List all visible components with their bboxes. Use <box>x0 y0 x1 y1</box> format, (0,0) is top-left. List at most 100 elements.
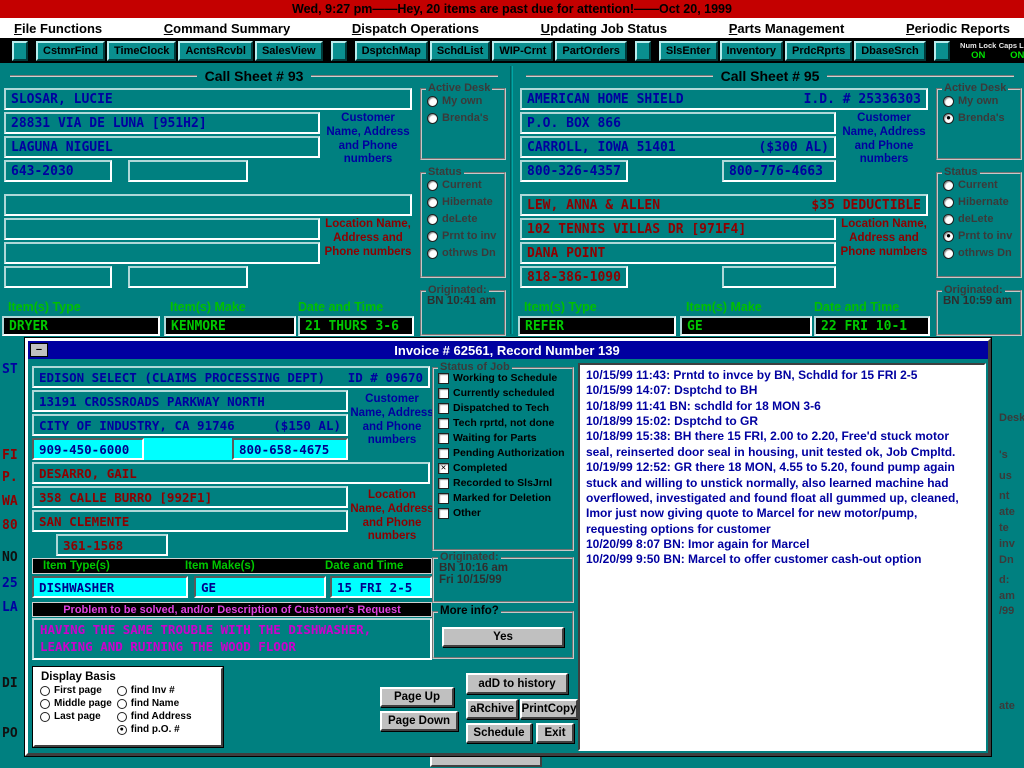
customer-address-field[interactable]: 13191 CROSSROADS PARKWAY NORTH <box>32 390 348 412</box>
archive-button[interactable]: aRchive <box>466 699 518 719</box>
checkbox-recorded-to-slsjrnl[interactable]: Recorded to SlsJrnl <box>438 477 570 489</box>
customer-name-field[interactable]: EDISON SELECT (CLAIMS PROCESSING DEPT)ID… <box>32 366 430 388</box>
location-name-field[interactable] <box>4 194 412 216</box>
radio-middle-page[interactable]: Middle page <box>40 698 112 709</box>
yes-button[interactable]: Yes <box>442 627 564 647</box>
page-up-button[interactable]: Page Up <box>380 687 454 707</box>
add-to-history-button[interactable]: adD to history <box>466 673 568 694</box>
menu-updating-job-status[interactable]: Updating Job Status <box>541 21 667 36</box>
cstmrfind-button[interactable]: CstmrFind <box>36 41 105 61</box>
checkbox-marked-for-deletion[interactable]: Marked for Deletion <box>438 492 570 504</box>
prdcrprts-button[interactable]: PrdcRprts <box>785 41 852 61</box>
exit-button[interactable]: Exit <box>536 723 574 743</box>
menu-command-summary[interactable]: Command Summary <box>164 21 290 36</box>
print-copy-button[interactable]: PrintCopy <box>520 699 578 719</box>
radio-current[interactable]: Current <box>427 179 502 191</box>
location-phone1-field[interactable] <box>4 266 112 288</box>
item-date-value[interactable]: 22 FRI 10-1 <box>814 316 930 336</box>
checkbox-label: Dispatched to Tech <box>453 402 549 414</box>
history-log[interactable]: 10/15/99 11:43: Prntd to invce by BN, Sc… <box>578 363 986 751</box>
radio-current[interactable]: Current <box>943 179 1018 191</box>
item-make-value[interactable]: GE <box>680 316 812 336</box>
dbasesrch-button[interactable]: DbaseSrch <box>854 41 925 61</box>
timeclock-button[interactable]: TimeClock <box>107 41 176 61</box>
wip-crnt-button[interactable]: WIP-Crnt <box>492 41 553 61</box>
page-down-button[interactable]: Page Down <box>380 711 458 731</box>
customer-city-field[interactable]: CARROLL, IOWA 51401($300 AL) <box>520 136 836 158</box>
location-address-field[interactable]: 102 TENNIS VILLAS DR [971F4] <box>520 218 836 240</box>
customer-name-field[interactable]: SLOSAR, LUCIE <box>4 88 412 110</box>
customer-phone1-field[interactable]: 643-2030 <box>4 160 112 182</box>
menu-parts-management[interactable]: Parts Management <box>729 21 845 36</box>
radio-delete[interactable]: deLete <box>943 213 1018 225</box>
location-address-field[interactable]: 358 CALLE BURRO [992F1] <box>32 486 348 508</box>
location-city-field[interactable]: SAN CLEMENTE <box>32 510 348 532</box>
checkbox-dispatched-to-tech[interactable]: Dispatched to Tech <box>438 402 570 414</box>
item-type-value[interactable]: DISHWASHER <box>32 576 188 598</box>
partorders-button[interactable]: PartOrders <box>555 41 626 61</box>
customer-address-field[interactable]: P.O. BOX 866 <box>520 112 836 134</box>
customer-phone2-field[interactable]: 800-776-4663 <box>722 160 836 182</box>
item-make-value[interactable]: KENMORE <box>164 316 296 336</box>
radio-prnt-to-inv[interactable]: ●Prnt to inv <box>943 230 1018 242</box>
dsptchmap-button[interactable]: DsptchMap <box>355 41 428 61</box>
problem-text-field[interactable]: HAVING THE SAME TROUBLE WITH THE DISHWAS… <box>32 618 432 660</box>
radio-hibernate[interactable]: Hibernate <box>427 196 502 208</box>
radio-last-page[interactable]: Last page <box>40 711 112 722</box>
item-make-value[interactable]: GE <box>194 576 326 598</box>
checkbox-pending-authorization[interactable]: Pending Authorization <box>438 447 570 459</box>
schdlist-button[interactable]: SchdList <box>430 41 490 61</box>
radio-prnt-to-inv[interactable]: Prnt to inv <box>427 230 502 242</box>
radio-hibernate[interactable]: Hibernate <box>943 196 1018 208</box>
slsenter-button[interactable]: SlsEnter <box>659 41 718 61</box>
radio-find-name[interactable]: find Name <box>117 698 192 709</box>
checkbox-working-to-schedule[interactable]: Working to Schedule <box>438 372 570 384</box>
window-menu-icon[interactable] <box>30 343 48 357</box>
menu-dispatch-operations[interactable]: Dispatch Operations <box>352 21 479 36</box>
item-date-value[interactable]: 15 FRI 2-5 <box>330 576 432 598</box>
menu-periodic-reports[interactable]: Periodic Reports <box>906 21 1010 36</box>
checkbox-currently-scheduled[interactable]: Currently scheduled <box>438 387 570 399</box>
item-date-value[interactable]: 21 THURS 3-6 <box>298 316 414 336</box>
inventory-button[interactable]: Inventory <box>720 41 784 61</box>
customer-phone1-field[interactable]: 800-326-4357 <box>520 160 628 182</box>
radio-first-page[interactable]: First page <box>40 685 112 696</box>
location-phone2-field[interactable] <box>128 266 248 288</box>
acntsrcvbl-button[interactable]: AcntsRcvbl <box>178 41 253 61</box>
salesview-button[interactable]: SalesView <box>255 41 323 61</box>
customer-city-field[interactable]: LAGUNA NIGUEL <box>4 136 320 158</box>
checkbox-waiting-for-parts[interactable]: Waiting for Parts <box>438 432 570 444</box>
item-type-value[interactable]: REFER <box>518 316 676 336</box>
radio-find-address[interactable]: find Address <box>117 711 192 722</box>
customer-city-field[interactable]: CITY OF INDUSTRY, CA 91746($150 AL) <box>32 414 348 436</box>
location-name-field[interactable]: LEW, ANNA & ALLEN$35 DEDUCTIBLE <box>520 194 928 216</box>
location-name-field[interactable]: DESARRO, GAIL <box>32 462 430 484</box>
radio-find-inv[interactable]: find Inv # <box>117 685 192 696</box>
location-city-field[interactable] <box>4 242 320 264</box>
location-address-field[interactable] <box>4 218 320 240</box>
radio-brendas[interactable]: Brenda's <box>427 112 502 124</box>
radio-find-po[interactable]: ●find p.O. # <box>117 724 192 735</box>
customer-phone2-field[interactable] <box>128 160 248 182</box>
dialog-titlebar[interactable]: Invoice # 62561, Record Number 139 <box>28 341 988 359</box>
customer-phone2-field[interactable]: 800-658-4675 <box>232 438 348 460</box>
location-city-field[interactable]: DANA POINT <box>520 242 836 264</box>
checkbox-completed[interactable]: ✕Completed <box>438 462 570 474</box>
location-phone-field[interactable]: 361-1568 <box>56 534 168 556</box>
customer-phone1-field[interactable]: 909-450-6000 <box>32 438 144 460</box>
location-phone1-field[interactable]: 818-386-1090 <box>520 266 628 288</box>
radio-my-own[interactable]: My own <box>943 95 1018 107</box>
radio-othrws-dn[interactable]: othrws Dn <box>427 247 502 259</box>
radio-delete[interactable]: deLete <box>427 213 502 225</box>
radio-brendas[interactable]: ●Brenda's <box>943 112 1018 124</box>
item-type-value[interactable]: DRYER <box>2 316 160 336</box>
checkbox-other[interactable]: Other <box>438 507 570 519</box>
customer-address-field[interactable]: 28831 VIA DE LUNA [951H2] <box>4 112 320 134</box>
customer-name-field[interactable]: AMERICAN HOME SHIELDI.D. # 25336303 <box>520 88 928 110</box>
radio-othrws-dn[interactable]: othrws Dn <box>943 247 1018 259</box>
menu-file-functions[interactable]: File Functions <box>14 21 102 36</box>
radio-my-own[interactable]: My own <box>427 95 502 107</box>
checkbox-tech-rprtd-not-done[interactable]: Tech rprtd, not done <box>438 417 570 429</box>
location-phone2-field[interactable] <box>722 266 836 288</box>
schedule-button[interactable]: Schedule <box>466 723 532 743</box>
